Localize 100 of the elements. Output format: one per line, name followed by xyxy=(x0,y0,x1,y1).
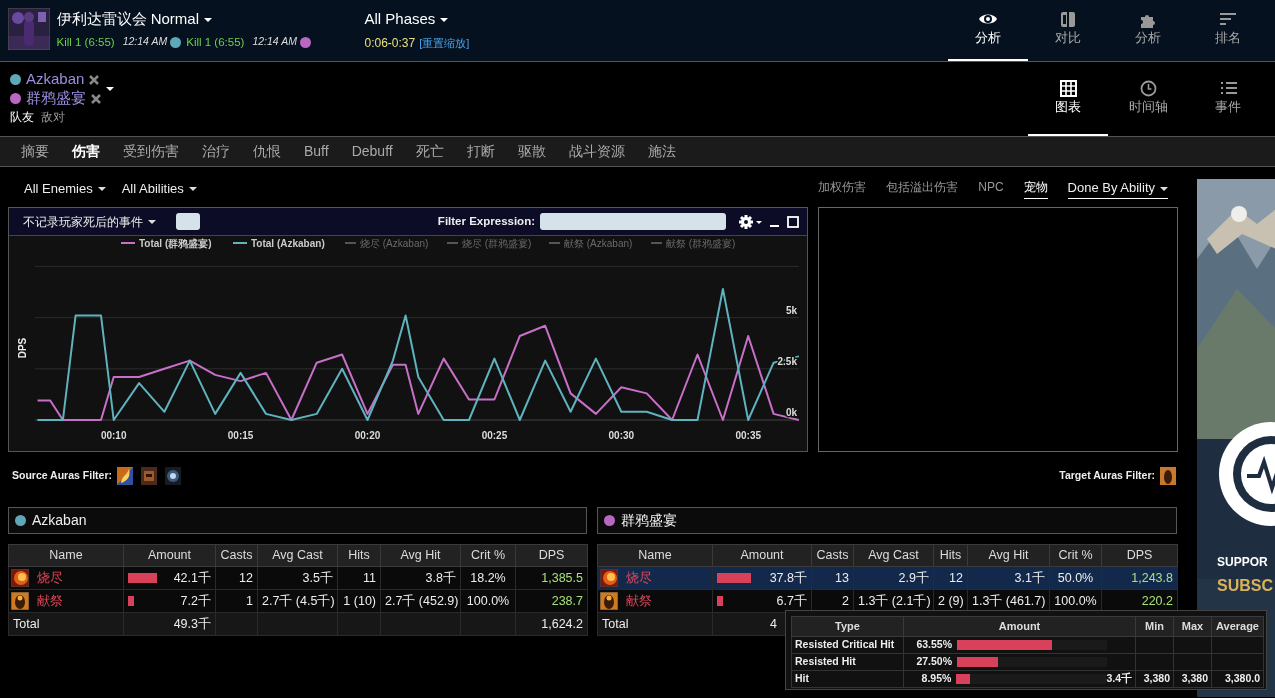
table-cell: 3,380.0 xyxy=(1211,670,1264,687)
section-tab[interactable]: 打断 xyxy=(466,141,506,162)
ability-name[interactable]: 烧尽 xyxy=(37,568,63,588)
x-tick-label: 00:35 xyxy=(735,430,761,441)
section-tab[interactable]: Debuff xyxy=(351,141,404,162)
table-row[interactable]: 烧尽 37.8千 13 2.9千 12 3.1千 50.0% 1,243.8 xyxy=(597,566,1178,590)
filter-toggle[interactable]: 宠物 xyxy=(1023,178,1048,199)
x-tick-label: 00:20 xyxy=(354,430,381,441)
amount-value: 6.7千 xyxy=(776,592,807,610)
death-filter-dropdown[interactable]: 不记录玩家死后的事件 xyxy=(23,212,156,231)
filter-expression-field[interactable] xyxy=(540,213,726,230)
caret-icon xyxy=(440,18,449,23)
amount-value: 37.8千 xyxy=(769,569,807,587)
filter-toggle[interactable]: NPC xyxy=(978,178,1004,199)
mode-dropdown[interactable]: Done By Ability xyxy=(1067,178,1168,199)
column-header: Average xyxy=(1211,616,1264,636)
table-row[interactable]: 献祭 6.7千 2 1.3千 (2.1千) 2 (9) 1.3千 (461.7) 100.0% 220.2 xyxy=(597,589,1178,613)
y-tick-label: 0k xyxy=(785,407,797,418)
caret-icon xyxy=(1160,186,1168,191)
column-header[interactable]: DPS xyxy=(1101,544,1178,567)
column-header[interactable]: Casts xyxy=(811,544,854,567)
column-header[interactable]: Amount xyxy=(712,544,812,567)
aura-icon[interactable] xyxy=(165,467,181,485)
phase-dropdown[interactable]: All Phases xyxy=(364,8,449,31)
grid-icon xyxy=(1059,79,1077,97)
column-header: Max xyxy=(1173,616,1212,636)
kill-link[interactable]: Kill 1 (6:55) xyxy=(186,33,245,51)
filter-dropdown[interactable]: All Abilities xyxy=(121,178,197,199)
column-header[interactable]: Avg Hit xyxy=(380,544,461,567)
nav-tab[interactable]: 排名 xyxy=(1188,0,1268,61)
side-toggle[interactable]: 敌对 xyxy=(40,108,65,126)
table-row[interactable]: 烧尽 42.1千 12 3.5千 11 3.8千 18.2% 1,385.5 xyxy=(8,566,588,590)
column-header[interactable]: Casts xyxy=(215,544,258,567)
remove-icon[interactable] xyxy=(91,93,101,104)
list-icon xyxy=(1219,79,1237,97)
ad-text: SUBSC xyxy=(1217,576,1273,596)
section-tab[interactable]: 战斗资源 xyxy=(568,141,636,162)
hit-type: Resisted Hit xyxy=(791,653,904,670)
nav-tab[interactable]: 分析 xyxy=(948,0,1028,61)
legend-label: Total (群鸦盛宴) xyxy=(139,238,212,249)
caret-icon xyxy=(106,87,114,91)
table-row[interactable]: 献祭 7.2千 1 2.7千 (4.5千) 1 (10) 2.7千 (452.9) 100.0% 238.7 xyxy=(8,589,588,613)
nav-tab[interactable]: 对比 xyxy=(1028,0,1108,61)
column-header[interactable]: Avg Cast xyxy=(257,544,338,567)
section-tab[interactable]: 仇恨 xyxy=(253,141,292,162)
section-tab[interactable]: 驱散 xyxy=(517,141,557,162)
legend-item[interactable]: 烧尽 (Azkaban) xyxy=(344,238,429,249)
legend-item[interactable]: 献祭 (群鸦盛宴) xyxy=(650,238,736,249)
legend-item[interactable]: Total (群鸦盛宴) xyxy=(120,238,212,249)
column-header[interactable]: Amount xyxy=(123,544,216,567)
ability-name[interactable]: 献祭 xyxy=(626,591,652,611)
filter-toggle[interactable]: 包括溢出伤害 xyxy=(886,178,959,199)
player-name: 群鸦盛宴 xyxy=(621,511,677,530)
nav-tab[interactable]: 分析 xyxy=(1108,0,1188,61)
ability-name[interactable]: 烧尽 xyxy=(626,568,652,588)
section-tab[interactable]: 施法 xyxy=(647,141,687,162)
encounter-title[interactable]: 伊利达雷议会 Normal xyxy=(56,8,212,31)
aura-icon[interactable] xyxy=(117,467,133,485)
hit-type: Hit xyxy=(791,670,904,687)
ability-name[interactable]: 献祭 xyxy=(37,591,63,611)
filter-dropdown[interactable]: All Enemies xyxy=(24,178,106,199)
column-header[interactable]: Name xyxy=(8,544,124,567)
maximize-icon[interactable] xyxy=(787,215,799,228)
ember-icon xyxy=(11,592,29,610)
kill-link[interactable]: Kill 1 (6:55) xyxy=(56,33,115,51)
player-name: Azkaban xyxy=(32,511,87,530)
column-header[interactable]: Crit % xyxy=(1049,544,1102,567)
legend-item[interactable]: 献祭 (Azkaban) xyxy=(548,238,633,249)
section-tab[interactable]: 死亡 xyxy=(415,141,455,162)
legend-item[interactable]: Total (Azkaban) xyxy=(232,238,325,249)
view-tab[interactable]: 时间轴 xyxy=(1108,62,1188,136)
column-header[interactable]: Hits xyxy=(933,544,968,567)
legend-item[interactable]: 烧尽 (群鸦盛宴) xyxy=(446,238,532,249)
hit-percent: 27.50% xyxy=(915,653,952,669)
remove-icon[interactable] xyxy=(89,74,100,85)
column-header[interactable]: Crit % xyxy=(460,544,516,567)
view-tab[interactable]: 事件 xyxy=(1188,62,1268,136)
column-header[interactable]: Hits xyxy=(337,544,381,567)
column-header[interactable]: DPS xyxy=(515,544,588,567)
side-toggle[interactable]: 队友 xyxy=(10,108,34,126)
x-tick-label: 00:30 xyxy=(608,430,635,441)
time-range: 0:06-0:37 xyxy=(364,35,416,50)
filter-toggle[interactable]: 加权伤害 xyxy=(818,178,867,199)
total-label: Total xyxy=(8,612,124,636)
compare-icon xyxy=(1058,11,1078,29)
section-tab[interactable]: 伤害 xyxy=(72,141,111,162)
column-header[interactable]: Name xyxy=(597,544,713,567)
toggle-button[interactable] xyxy=(176,213,200,230)
gear-icon[interactable] xyxy=(738,213,762,230)
section-tab[interactable]: 治疗 xyxy=(202,141,241,162)
section-tab[interactable]: 摘要 xyxy=(21,141,60,162)
hit-percent: 63.55% xyxy=(915,636,952,652)
caret-icon xyxy=(188,187,197,192)
column-header[interactable]: Avg Hit xyxy=(967,544,1050,567)
reset-zoom-link[interactable]: [重置缩放] xyxy=(419,36,470,49)
section-tab[interactable]: Buff xyxy=(304,141,340,162)
ad-text: SUPPOR xyxy=(1217,554,1268,571)
column-header[interactable]: Avg Cast xyxy=(853,544,934,567)
section-tab[interactable]: 受到伤害 xyxy=(123,141,190,162)
amount-value: 42.1千 xyxy=(173,569,211,587)
